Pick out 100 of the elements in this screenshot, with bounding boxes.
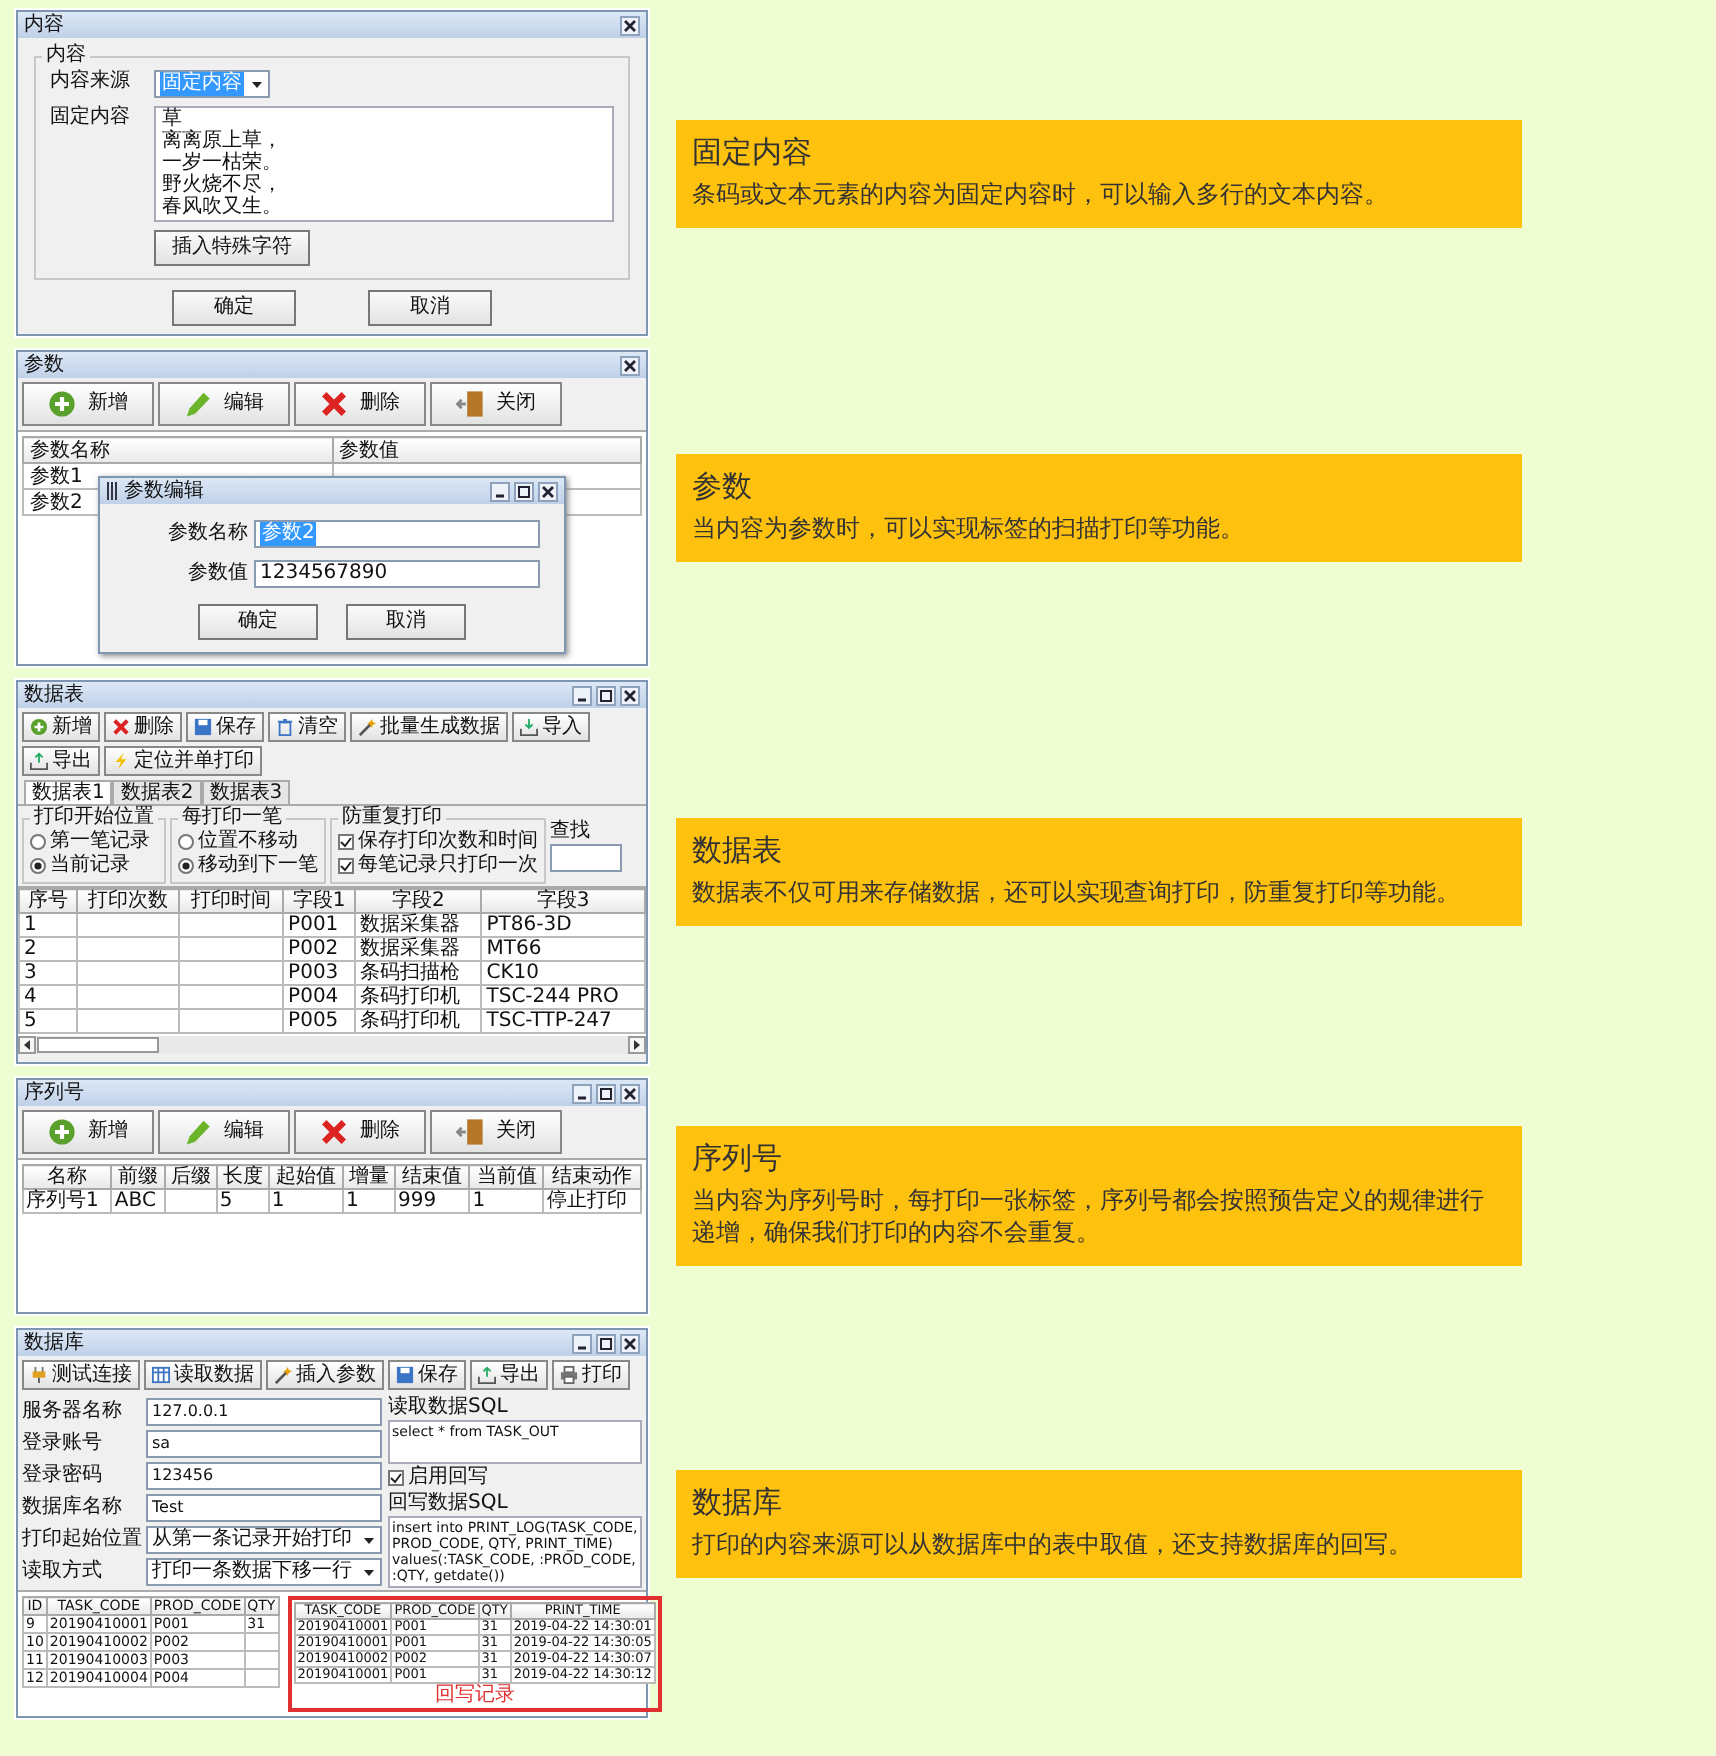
toolbar-button[interactable]: 关闭 — [430, 1110, 562, 1154]
field-label: 服务器名称 — [22, 1399, 124, 1424]
table-cell: P001 — [283, 913, 356, 937]
minimize-icon[interactable] — [572, 1083, 592, 1103]
column-header: 增量 — [343, 1165, 395, 1189]
toolbar-button[interactable]: 保存 — [186, 712, 264, 742]
dropdown[interactable]: 从第一条记录开始打印 — [146, 1526, 382, 1555]
tab[interactable]: 数据表1 — [24, 780, 113, 804]
toolbar-button[interactable]: 新增 — [22, 382, 154, 426]
text-area[interactable]: 草 离离原上草， 一岁一枯荣。 野火烧不尽， 春风吹又生。 — [154, 106, 614, 222]
plus-circle-icon — [48, 390, 76, 418]
table-cell: PT86-3D — [481, 913, 645, 937]
close-icon[interactable] — [620, 1333, 640, 1353]
toolbar-button[interactable]: 删除 — [294, 1110, 426, 1154]
radio-button[interactable]: 位置不移动 — [178, 830, 318, 854]
dropdown[interactable]: 打印一条数据下移一行 — [146, 1558, 382, 1587]
info-text: 打印的内容来源可以从数据库中的表中取值，还支持数据库的回写。 — [692, 1527, 1414, 1559]
toolbar-button[interactable]: 导出 — [470, 1360, 548, 1390]
input-field[interactable]: Test — [146, 1494, 382, 1523]
checkbox-icon[interactable] — [338, 858, 354, 874]
info-text: 条码或文本元素的内容为固定内容时，可以输入多行的文本内容。 — [692, 177, 1390, 209]
group-title: 内容 — [44, 44, 88, 68]
toolbar-button[interactable]: 插入参数 — [266, 1360, 384, 1390]
info-title: 序列号 — [692, 1140, 784, 1178]
radio-button[interactable]: 移动到下一笔 — [178, 854, 318, 878]
toolbar-button[interactable]: 关闭 — [430, 382, 562, 426]
window-title: 数据库 — [24, 1331, 84, 1355]
toolbar-button[interactable]: 打印 — [552, 1360, 630, 1390]
table-cell: 5 — [19, 1009, 77, 1033]
checkbox-icon[interactable] — [338, 834, 354, 850]
radio-icon[interactable] — [30, 858, 46, 874]
close-icon[interactable] — [620, 355, 640, 375]
radio-button[interactable]: 第一笔记录 — [30, 830, 158, 854]
field-label: 参数值 — [186, 562, 248, 586]
toolbar-button[interactable]: 编辑 — [158, 1110, 290, 1154]
radio-icon[interactable] — [178, 858, 194, 874]
close-icon[interactable] — [620, 1083, 640, 1103]
toolbar-button[interactable]: 读取数据 — [144, 1360, 262, 1390]
info-title: 数据库 — [692, 1483, 784, 1521]
checkbox-icon[interactable] — [388, 1470, 404, 1486]
table-cell: CK10 — [481, 961, 645, 985]
checkbox[interactable]: 启用回写 — [388, 1466, 642, 1490]
toolbar-button[interactable]: 保存 — [388, 1360, 466, 1390]
radio-button[interactable]: 当前记录 — [30, 854, 158, 878]
table-cell: TSC-TTP-247 — [481, 1009, 645, 1033]
toolbar-button[interactable]: 清空 — [268, 712, 346, 742]
toolbar-button[interactable]: 定位并单打印 — [104, 746, 262, 776]
insert-button[interactable]: 插入特殊字符 — [154, 230, 310, 266]
ok-button[interactable]: 确定 — [198, 604, 318, 640]
minimize-icon[interactable] — [572, 1333, 592, 1353]
radio-icon[interactable] — [178, 834, 194, 850]
input-field[interactable]: 1234567890 — [254, 560, 540, 588]
caret-icon[interactable] — [250, 77, 264, 91]
table-cell: 停止打印 — [543, 1189, 641, 1213]
close-icon[interactable] — [620, 15, 640, 35]
toolbar-button[interactable]: 导入 — [512, 712, 590, 742]
toolbar-button[interactable]: 编辑 — [158, 382, 290, 426]
input-field[interactable]: 127.0.0.1 — [146, 1397, 382, 1426]
input-field[interactable]: sa — [146, 1429, 382, 1458]
checkbox[interactable]: 每笔记录只打印一次 — [338, 854, 538, 878]
window-title: 内容 — [24, 13, 64, 37]
maximize-icon[interactable] — [596, 1083, 616, 1103]
radio-icon[interactable] — [30, 834, 46, 850]
maximize-icon[interactable] — [596, 685, 616, 705]
text-line: 野火烧不尽， — [162, 174, 284, 196]
tab[interactable]: 数据表3 — [201, 780, 291, 804]
table-cell: 2 — [19, 937, 77, 961]
toolbar-button[interactable]: 删除 — [294, 382, 426, 426]
search-field[interactable] — [550, 843, 622, 871]
horizontal-scrollbar[interactable] — [18, 1036, 646, 1054]
caret-icon[interactable] — [362, 1565, 376, 1580]
toolbar-button[interactable]: 新增 — [22, 1110, 154, 1154]
cancel-button[interactable]: 取消 — [346, 604, 466, 640]
cancel-button[interactable]: 取消 — [368, 290, 492, 326]
minimize-icon[interactable] — [572, 685, 592, 705]
column-header: 序号 — [19, 889, 77, 913]
field-label: 内容来源 — [50, 70, 132, 96]
tray-arrow-icon — [520, 718, 538, 736]
grid-icon — [152, 1366, 170, 1384]
field-label: 参数名称 — [166, 522, 248, 546]
close-icon[interactable] — [620, 685, 640, 705]
table-cell: 条码打印机 — [355, 985, 482, 1009]
field-label: 登录密码 — [22, 1463, 104, 1488]
input-field[interactable]: 123456 — [146, 1461, 382, 1490]
caret-icon[interactable] — [362, 1533, 376, 1548]
tab[interactable]: 数据表2 — [112, 780, 202, 804]
close-icon[interactable] — [538, 481, 558, 501]
table-cell: P002 — [283, 937, 356, 961]
maximize-icon[interactable] — [514, 481, 534, 501]
minimize-icon[interactable] — [490, 481, 510, 501]
maximize-icon[interactable] — [596, 1333, 616, 1353]
checkbox[interactable]: 保存打印次数和时间 — [338, 830, 538, 854]
ok-button[interactable]: 确定 — [172, 290, 296, 326]
toolbar-button[interactable]: 新增 — [22, 712, 100, 742]
table-cell: 1 — [469, 1189, 544, 1213]
toolbar-button[interactable]: 删除 — [104, 712, 182, 742]
dropdown-value: 打印一条数据下移一行 — [152, 1560, 352, 1585]
toolbar-button[interactable]: 测试连接 — [22, 1360, 140, 1390]
toolbar-button[interactable]: 批量生成数据 — [350, 712, 508, 742]
toolbar-button[interactable]: 导出 — [22, 746, 100, 776]
